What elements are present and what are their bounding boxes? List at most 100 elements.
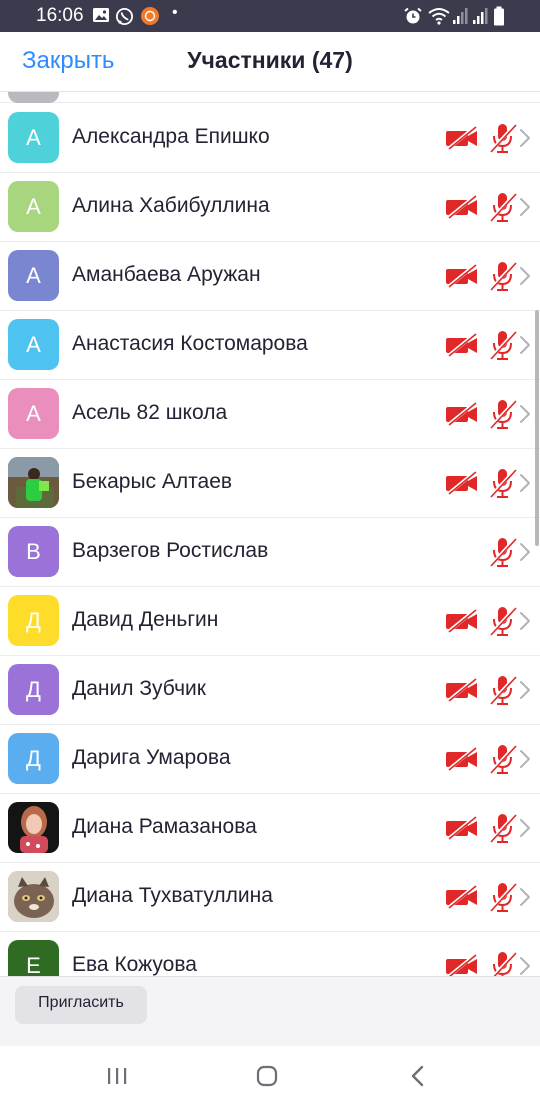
participant-name: Диана Рамазанова <box>72 815 257 838</box>
participant-row[interactable]: Бекарыс Алтаев <box>0 449 540 518</box>
participant-name: Диана Тухватуллина <box>72 884 273 907</box>
mic-muted-icon[interactable] <box>488 743 518 775</box>
participant-row[interactable]: Д Давид Деньгин <box>0 587 540 656</box>
gallery-icon <box>93 8 109 22</box>
mic-muted-icon[interactable] <box>488 398 518 430</box>
mic-muted-icon[interactable] <box>488 605 518 637</box>
avatar: Д <box>8 733 59 784</box>
mic-muted-icon[interactable] <box>488 260 518 292</box>
video-off-icon[interactable] <box>445 678 479 702</box>
participant-row[interactable]: А Александра Епишко <box>0 104 540 173</box>
page-title: Участники (47) <box>187 47 353 73</box>
chevron-right-icon[interactable] <box>519 541 531 563</box>
chevron-right-icon[interactable] <box>519 265 531 287</box>
home-icon[interactable] <box>255 1064 279 1088</box>
chevron-right-icon[interactable] <box>519 196 531 218</box>
avatar: В <box>8 526 59 577</box>
participant-row[interactable]: Д Данил Зубчик <box>0 656 540 725</box>
mic-muted-icon[interactable] <box>488 329 518 361</box>
participant-row[interactable]: А Алина Хабибуллина <box>0 173 540 242</box>
scrollbar[interactable] <box>535 310 539 546</box>
chevron-right-icon[interactable] <box>519 127 531 149</box>
video-off-icon[interactable] <box>445 195 479 219</box>
battery-icon <box>494 6 504 26</box>
participant-name: Дарига Умарова <box>72 746 231 769</box>
video-off-icon[interactable] <box>445 333 479 357</box>
avatar: Д <box>8 595 59 646</box>
wifi-icon <box>428 8 450 25</box>
avatar: Д <box>8 664 59 715</box>
avatar: А <box>8 388 59 439</box>
mic-muted-icon[interactable] <box>488 812 518 844</box>
avatar: А <box>8 250 59 301</box>
participant-row[interactable]: Диана Тухватуллина <box>0 863 540 932</box>
status-bar: 16:06 • <box>0 0 540 32</box>
participant-name: Варзегов Ростислав <box>72 539 269 562</box>
participant-row[interactable]: В Варзегов Ростислав <box>0 518 540 587</box>
participant-list[interactable]: А Александра Епишко А Алина Хабибуллина А Ама… <box>0 92 540 976</box>
chevron-right-icon[interactable] <box>519 817 531 839</box>
participant-name: Данил Зубчик <box>72 677 206 700</box>
signal-icon <box>473 8 488 24</box>
video-off-icon[interactable] <box>445 609 479 633</box>
avatar <box>8 457 59 508</box>
chevron-right-icon[interactable] <box>519 472 531 494</box>
participant-name: Алина Хабибуллина <box>72 194 270 217</box>
video-off-icon[interactable] <box>445 471 479 495</box>
video-off-icon[interactable] <box>445 264 479 288</box>
participant-row[interactable]: А Аманбаева Аружан <box>0 242 540 311</box>
video-off-icon[interactable] <box>445 126 479 150</box>
avatar: Е <box>8 940 59 976</box>
status-dot: • <box>172 4 178 21</box>
footer: Пригласить <box>0 976 540 1046</box>
video-off-icon[interactable] <box>445 747 479 771</box>
participant-row[interactable]: Е Ева Кожуова <box>0 932 540 976</box>
avatar: А <box>8 319 59 370</box>
participant-row[interactable]: Диана Рамазанова <box>0 794 540 863</box>
chevron-right-icon[interactable] <box>519 679 531 701</box>
avatar: А <box>8 112 59 163</box>
app-notification-icon <box>141 7 159 25</box>
participant-name: Бекарыс Алтаев <box>72 470 233 493</box>
participant-row[interactable]: Д Дарига Умарова <box>0 725 540 794</box>
chevron-right-icon[interactable] <box>519 610 531 632</box>
participant-row[interactable]: А Анастасия Костомарова <box>0 311 540 380</box>
participant-name: Александра Епишко <box>72 125 270 148</box>
back-icon[interactable] <box>410 1064 426 1088</box>
whatsapp-icon <box>116 8 133 25</box>
chevron-right-icon[interactable] <box>519 955 531 976</box>
chevron-right-icon[interactable] <box>519 403 531 425</box>
participant-name: Ева Кожуова <box>72 953 197 976</box>
mic-muted-icon[interactable] <box>488 950 518 976</box>
participant-row[interactable]: А Асель 82 школа <box>0 380 540 449</box>
video-off-icon[interactable] <box>445 402 479 426</box>
recent-apps-icon[interactable] <box>106 1064 128 1088</box>
video-off-icon[interactable] <box>445 816 479 840</box>
chevron-right-icon[interactable] <box>519 334 531 356</box>
mic-muted-icon[interactable] <box>488 674 518 706</box>
mic-muted-icon[interactable] <box>488 467 518 499</box>
participant-name: Аманбаева Аружан <box>72 263 261 286</box>
mic-muted-icon[interactable] <box>488 191 518 223</box>
mic-muted-icon[interactable] <box>488 881 518 913</box>
avatar: А <box>8 181 59 232</box>
navigation-bar <box>0 1046 540 1110</box>
chevron-right-icon[interactable] <box>519 748 531 770</box>
invite-button[interactable]: Пригласить <box>15 986 147 1024</box>
chevron-right-icon[interactable] <box>519 886 531 908</box>
mic-muted-icon[interactable] <box>488 536 518 568</box>
video-off-icon[interactable] <box>445 885 479 909</box>
avatar <box>8 871 59 922</box>
participant-name: Асель 82 школа <box>72 401 228 424</box>
avatar <box>8 802 59 853</box>
alarm-icon <box>404 7 422 24</box>
signal-icon <box>453 8 468 24</box>
video-off-icon[interactable] <box>445 954 479 976</box>
mic-muted-icon[interactable] <box>488 122 518 154</box>
avatar <box>8 92 59 103</box>
list-item[interactable] <box>0 92 540 103</box>
participant-name: Давид Деньгин <box>72 608 219 631</box>
header: Закрыть Участники (47) <box>0 32 540 92</box>
participant-name: Анастасия Костомарова <box>72 332 308 355</box>
status-time: 16:06 <box>36 5 84 26</box>
